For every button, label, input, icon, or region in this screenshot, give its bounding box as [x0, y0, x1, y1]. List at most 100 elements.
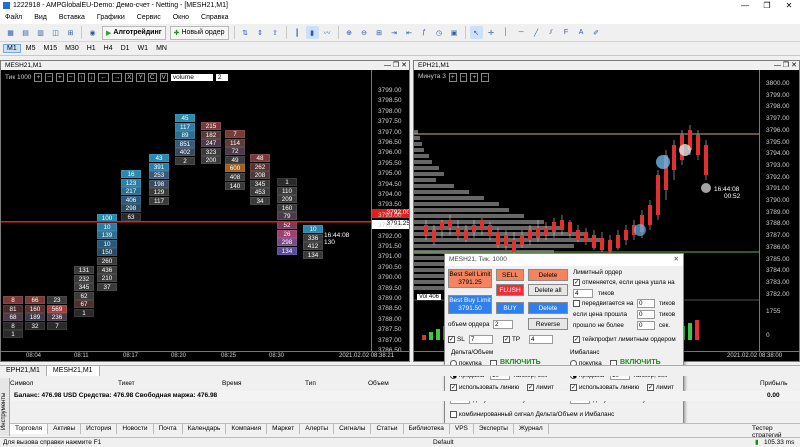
new-order-button[interactable]: ✚ Новый ордер [169, 25, 229, 40]
reverse-button[interactable]: Reverse [528, 318, 568, 330]
balance-row[interactable]: Баланс: 476.98 USD Средства: 476.98 Своб… [10, 391, 800, 401]
col-profit[interactable]: Прибыль [760, 380, 788, 387]
tab-eph21[interactable]: EPH21,M1 [0, 366, 47, 376]
data-window-icon[interactable]: ⊞ [64, 26, 77, 39]
tf-m5[interactable]: M5 [23, 45, 39, 52]
new-chart-icon[interactable]: ▦ [4, 26, 17, 39]
tf-m1[interactable]: M1 [3, 44, 21, 53]
autoscroll-icon[interactable]: ⇥ [388, 26, 401, 39]
algo-trading-button[interactable]: ▶ Алготрейдинг [102, 25, 166, 40]
terminal-tab[interactable]: Почта [154, 424, 183, 434]
limit-cancel-checkbox[interactable]: ✓ [573, 279, 580, 286]
terminal-tab[interactable]: Эксперты [474, 424, 514, 434]
market-watch-icon[interactable]: ▥ [34, 26, 47, 39]
terminal-tab[interactable]: VPS [450, 424, 474, 434]
terminal-tab[interactable]: История [81, 424, 118, 434]
line-chart-icon[interactable]: 〰 [321, 26, 334, 39]
crosshair-icon[interactable]: ✛ [485, 26, 498, 39]
fibo-icon[interactable]: F [560, 26, 573, 39]
bar-chart-icon[interactable]: ┃ [291, 26, 304, 39]
col-volume[interactable]: Объем [368, 380, 389, 387]
menu-window[interactable]: Окно [173, 14, 189, 21]
vertical-line-icon[interactable]: │ [500, 26, 513, 39]
delete-all-button[interactable]: Delete all [528, 284, 568, 296]
left-minimize-button[interactable]: — [384, 61, 391, 70]
col-symbol[interactable]: Символ [10, 380, 33, 387]
text-icon[interactable]: A [575, 26, 588, 39]
if-passed-input[interactable]: 0 [637, 310, 655, 319]
arrow-up-icon[interactable]: ⇧ [269, 26, 282, 39]
buy-button[interactable]: BUY [496, 302, 524, 314]
menu-charts[interactable]: Графики [97, 14, 125, 21]
chart-shift-icon[interactable]: ⇤ [403, 26, 416, 39]
terminal-tab[interactable]: Компания [226, 424, 268, 434]
candle-chart-icon[interactable]: ▮ [305, 26, 319, 39]
navigator-icon[interactable]: ◫ [49, 26, 62, 39]
tp-input[interactable]: 4 [529, 335, 553, 344]
horizontal-line-icon[interactable]: ─ [515, 26, 528, 39]
profiles-icon[interactable]: ▤ [19, 26, 32, 39]
tf-h1[interactable]: H1 [84, 45, 99, 52]
right-maximize-button[interactable]: ❐ [783, 61, 789, 70]
menu-insert[interactable]: Вставка [59, 14, 85, 21]
left-chart-pane[interactable]: Тик 1000 + − + − ↑ ↓ ← → X Y C V volume … [1, 70, 409, 361]
terminal-tab[interactable]: Календарь [183, 424, 227, 434]
delete-sell-button[interactable]: Delete [528, 269, 568, 281]
sl-input[interactable]: 7 [469, 335, 493, 344]
menu-view[interactable]: Вид [34, 14, 47, 21]
maximize-button[interactable]: ❐ [756, 0, 778, 11]
terminal-tab[interactable]: Активы [48, 424, 82, 434]
tab-mesh21[interactable]: MESH21,M1 [46, 366, 100, 376]
cursor-icon[interactable]: ↖ [469, 26, 483, 39]
tf-w1[interactable]: W1 [135, 45, 152, 52]
left-close-button[interactable]: ✕ [401, 61, 407, 70]
move-checkbox[interactable] [573, 300, 580, 307]
close-button[interactable]: ✕ [778, 0, 800, 11]
col-type[interactable]: Тип [305, 380, 316, 387]
tp-checkbox[interactable]: ✓ [503, 336, 510, 343]
delete-buy-button[interactable]: Delete [528, 302, 568, 314]
best-buy-limit-button[interactable]: Best Buy Limit 3791.50 [448, 295, 492, 314]
left-chart-window[interactable]: MESH21,M1 — ❐ ✕ Тик 1000 + − + − ↑ ↓ ← →… [0, 60, 410, 362]
terminal-tab[interactable]: Торговля [10, 424, 49, 434]
sell-button[interactable]: SELL [496, 269, 524, 281]
tf-d1[interactable]: D1 [118, 45, 133, 52]
menu-file[interactable]: Файл [5, 14, 22, 21]
zoom-out-icon[interactable]: ⊖ [358, 26, 371, 39]
zoom-in-icon[interactable]: ⊕ [343, 26, 356, 39]
toolbox-side-tab[interactable]: Инструменты [0, 378, 10, 436]
terminal-tab[interactable]: Алерты [300, 424, 335, 434]
terminal-tab[interactable]: Маркет [267, 424, 301, 434]
passed-no-more-input[interactable]: 0 [637, 321, 655, 330]
best-sell-limit-button[interactable]: Best Sell Limit 3791.25 [448, 269, 492, 288]
dialog-close-icon[interactable]: ✕ [674, 254, 679, 266]
shapes-icon[interactable]: ✐ [590, 26, 603, 39]
up-down-icon[interactable]: ⇅ [239, 26, 252, 39]
combined-checkbox[interactable] [450, 411, 457, 418]
limit-ticks-input[interactable]: 4 [573, 289, 593, 298]
tf-m15[interactable]: M15 [40, 45, 60, 52]
right-close-button[interactable]: ✕ [791, 61, 797, 70]
trendline-icon[interactable]: ╱ [530, 26, 543, 39]
flush-button[interactable]: FLUSH [496, 284, 524, 296]
indicators-icon[interactable]: ƒ [418, 26, 431, 39]
periods-icon[interactable]: ◷ [433, 26, 446, 39]
terminal-tab[interactable]: Статьи [371, 424, 404, 434]
terminal-tab[interactable]: Новости [117, 424, 154, 434]
col-time[interactable]: Время [222, 380, 242, 387]
col-ticket[interactable]: Тикет [118, 380, 135, 387]
takeprofit-checkbox[interactable]: ✓ [573, 336, 580, 343]
tf-mn[interactable]: MN [153, 45, 170, 52]
minimize-button[interactable]: — [734, 0, 756, 11]
terminal-tab[interactable]: Сигналы [334, 424, 372, 434]
sl-checkbox[interactable]: ✓ [448, 336, 455, 343]
menu-help[interactable]: Справка [201, 14, 228, 21]
tf-h4[interactable]: H4 [101, 45, 116, 52]
left-maximize-button[interactable]: ❐ [393, 61, 399, 70]
templates-icon[interactable]: ▣ [448, 26, 461, 39]
depth-icon[interactable]: ◉ [86, 26, 99, 39]
sort-icon[interactable]: ⇕ [254, 26, 267, 39]
menu-tools[interactable]: Сервис [137, 14, 161, 21]
move-input[interactable]: 0 [637, 299, 655, 308]
right-minimize-button[interactable]: — [774, 61, 781, 70]
